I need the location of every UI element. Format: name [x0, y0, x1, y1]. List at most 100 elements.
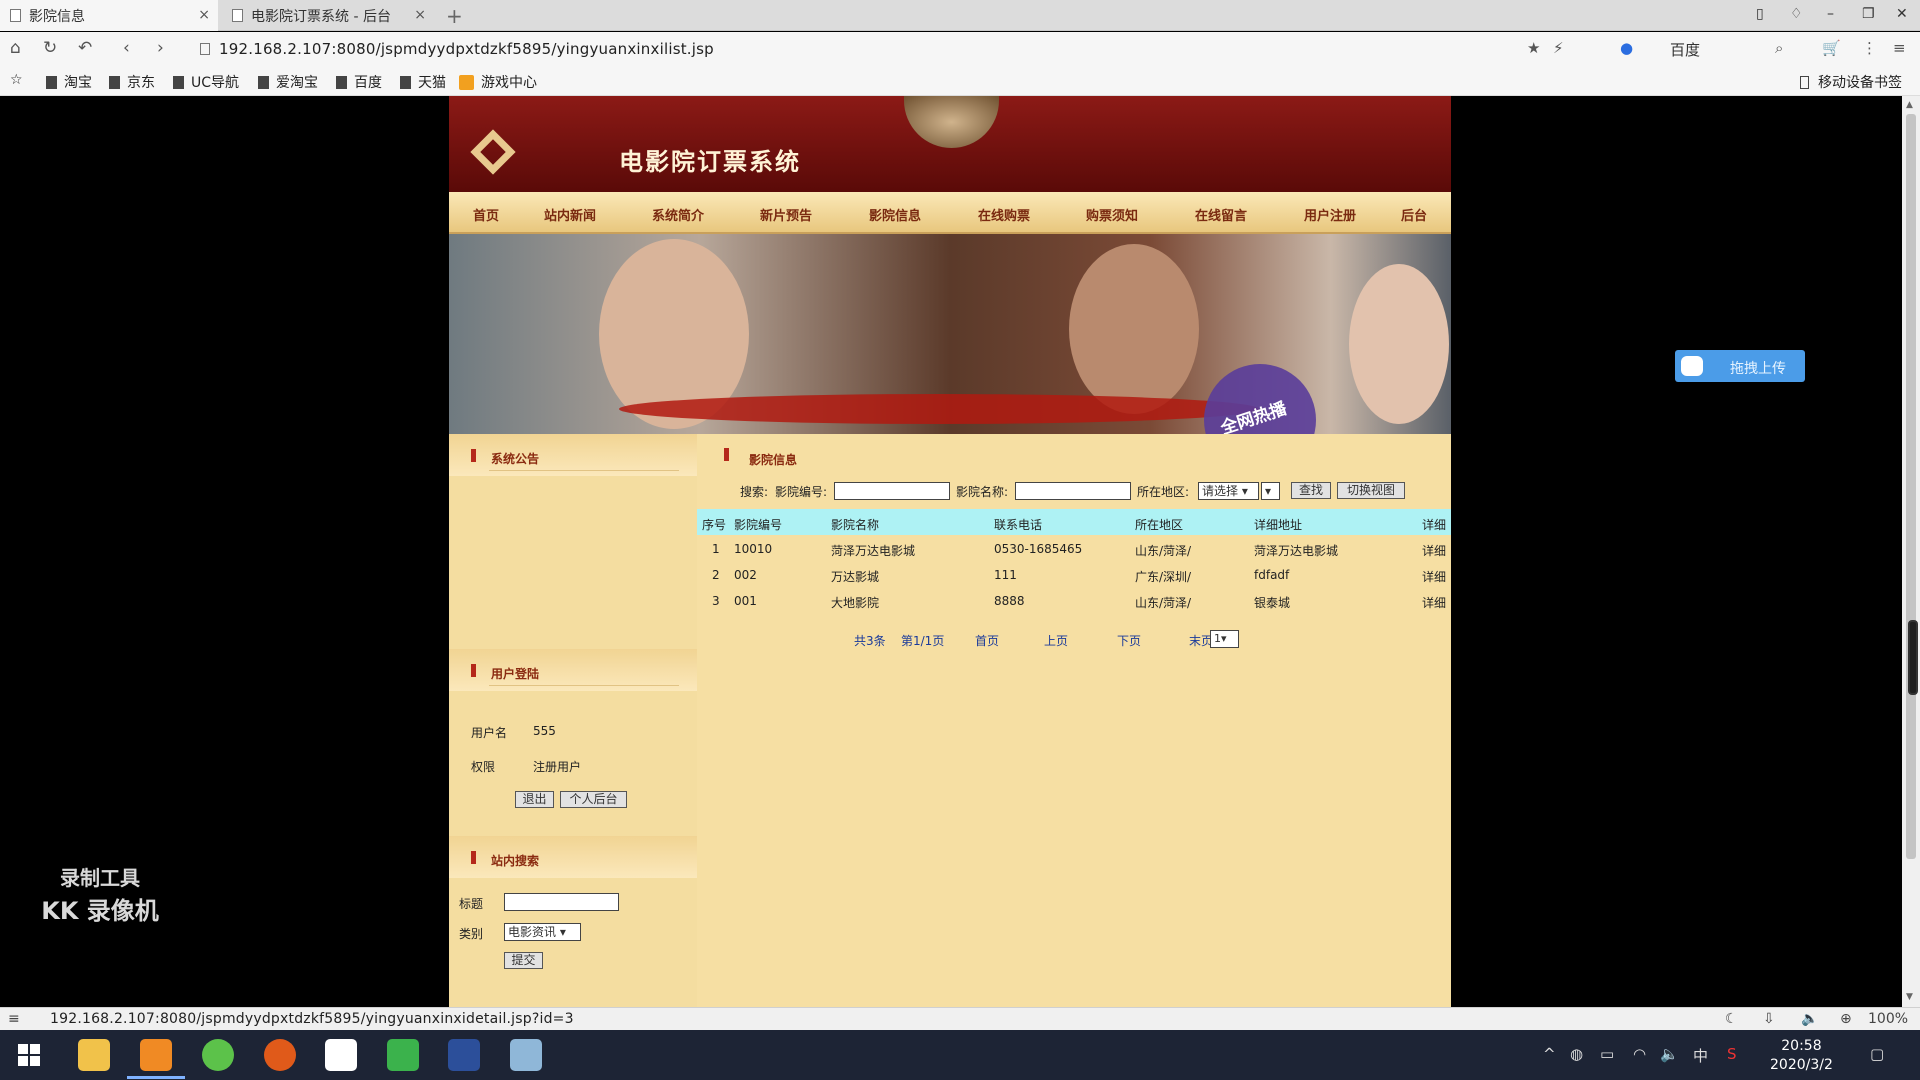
speaker-icon[interactable]: 🔈 — [1660, 1045, 1679, 1063]
sidebar: 系统公告 用户登陆 用户名 555 权限 注册用户 退出 个人后台 站内搜索 标… — [449, 434, 697, 1007]
row-cinema-no: 10010 — [734, 542, 773, 556]
mobile-bookmarks[interactable]: 移动设备书签 — [1800, 72, 1902, 92]
search-category-select[interactable]: 电影资讯 ▾ — [504, 923, 581, 941]
submit-search-button[interactable]: 提交 — [504, 952, 543, 969]
menu-news[interactable]: 站内新闻 — [544, 205, 596, 224]
cinema-list-panel: 影院信息 搜索: 影院编号: 影院名称: 所在地区: 请选择 ▾ ▾ 查找 切换… — [697, 434, 1451, 1007]
hamburger-icon[interactable]: ≡ — [1893, 39, 1906, 57]
eclipse-icon[interactable] — [448, 1039, 480, 1071]
bookmark-star-icon[interactable]: ☆ — [10, 72, 23, 88]
close-tab-icon[interactable]: × — [198, 7, 210, 23]
address-text[interactable]: 192.168.2.107:8080/jspmdyydpxtdzkf5895/y… — [219, 40, 714, 58]
cinema-no-input[interactable] — [834, 482, 950, 500]
folder-icon — [400, 75, 411, 89]
logout-button[interactable]: 退出 — [515, 791, 554, 808]
download-icon[interactable]: ⇩ — [1763, 1011, 1775, 1027]
ime-indicator[interactable]: 中 — [1693, 1045, 1708, 1066]
tile-icon[interactable]: ▯ — [1756, 6, 1764, 22]
menu-cinema-info[interactable]: 影院信息 — [869, 205, 921, 224]
search-engine[interactable]: 百度 — [1670, 39, 1700, 60]
scroll-down-icon[interactable]: ▼ — [1906, 992, 1913, 1002]
pager-prev[interactable]: 上页 — [1044, 632, 1068, 649]
sogou-ime-icon[interactable]: S — [1727, 1045, 1737, 1063]
home-icon[interactable]: ⌂ — [10, 38, 21, 58]
night-mode-icon[interactable]: ☾ — [1725, 1011, 1738, 1027]
pager-select[interactable]: 1▾ — [1210, 630, 1239, 648]
star-icon[interactable]: ★ — [1527, 39, 1540, 57]
forward-icon[interactable]: › — [157, 38, 164, 58]
bookmark-jd[interactable]: 京东 — [109, 72, 155, 92]
scroll-up-icon[interactable]: ▲ — [1906, 100, 1913, 110]
player-app-icon[interactable] — [264, 1039, 296, 1071]
battery-icon[interactable]: ▭ — [1600, 1045, 1614, 1063]
volume-icon[interactable]: 🔈 — [1801, 1011, 1818, 1027]
personal-admin-button[interactable]: 个人后台 — [560, 791, 627, 808]
menu-preview[interactable]: 新片预告 — [760, 205, 812, 224]
wifi-icon[interactable]: ◠ — [1633, 1045, 1646, 1063]
menu-home[interactable]: 首页 — [473, 205, 499, 224]
browser-tab-bar: 影院信息 × 电影院订票系统 - 后台 × + ▯ ♢ – ❐ ✕ — [0, 0, 1920, 31]
zoom-icon[interactable]: ⊕ — [1840, 1011, 1852, 1027]
uc-browser-icon[interactable] — [140, 1039, 172, 1071]
file-explorer-icon[interactable] — [78, 1039, 110, 1071]
restore-icon[interactable]: ❐ — [1862, 6, 1875, 22]
search-title-input[interactable] — [504, 893, 619, 911]
system-clock[interactable]: 20:58 2020/3/2 — [1770, 1037, 1833, 1075]
pager-first[interactable]: 首页 — [975, 632, 999, 649]
paw-icon[interactable]: ● — [1620, 39, 1633, 57]
menu-register[interactable]: 用户注册 — [1304, 205, 1356, 224]
cinema-name-label: 影院名称: — [956, 485, 1009, 499]
tray-globe-icon[interactable]: ◍ — [1570, 1045, 1583, 1063]
row-detail-link[interactable]: 详细 — [1422, 594, 1446, 611]
row-detail-link[interactable]: 详细 — [1422, 568, 1446, 585]
cart-icon[interactable]: 🛒 — [1822, 39, 1841, 57]
minimize-icon[interactable]: – — [1827, 6, 1834, 22]
tray-chevron-icon[interactable]: ^ — [1543, 1045, 1556, 1063]
reload-icon[interactable]: ↻ — [43, 38, 57, 58]
undo-icon[interactable]: ↶ — [78, 38, 92, 58]
baidu-netdisk-icon[interactable] — [325, 1039, 357, 1071]
menu-message[interactable]: 在线留言 — [1195, 205, 1247, 224]
windows-start-icon[interactable] — [18, 1044, 40, 1066]
close-tab-icon[interactable]: × — [414, 7, 426, 23]
close-window-icon[interactable]: ✕ — [1896, 6, 1908, 22]
back-icon[interactable]: ‹ — [123, 38, 130, 58]
cloud-icon — [1681, 356, 1703, 376]
skin-icon[interactable]: ♢ — [1790, 6, 1803, 22]
menu-purchase-notice[interactable]: 购票须知 — [1086, 205, 1138, 224]
folder-icon — [336, 75, 347, 89]
bookmark-aitaobao[interactable]: 爱淘宝 — [258, 72, 318, 92]
video-player-icon[interactable] — [387, 1039, 419, 1071]
search-button[interactable]: 查找 — [1291, 482, 1331, 499]
lightning-icon[interactable]: ⚡ — [1553, 39, 1564, 57]
tab-admin[interactable]: 电影院订票系统 - 后台 × — [222, 0, 434, 31]
notification-icon[interactable]: ▢ — [1870, 1045, 1884, 1063]
page-scrollbar[interactable]: ▲ ▼ — [1902, 96, 1920, 1007]
switch-view-button[interactable]: 切换视图 — [1337, 482, 1405, 499]
menu-intro[interactable]: 系统简介 — [652, 205, 704, 224]
search-icon[interactable]: ⌕ — [1775, 39, 1783, 57]
menu-dots-icon[interactable]: ⋮ — [1862, 39, 1877, 57]
notepad-icon[interactable] — [510, 1039, 542, 1071]
menu-admin[interactable]: 后台 — [1401, 205, 1427, 224]
scroll-thumb[interactable] — [1906, 114, 1916, 859]
new-tab-icon[interactable]: + — [446, 4, 463, 28]
address-bar[interactable]: 192.168.2.107:8080/jspmdyydpxtdzkf5895/y… — [200, 37, 1580, 61]
bookmark-uc[interactable]: UC导航 — [173, 72, 239, 92]
bookmark-taobao[interactable]: 淘宝 — [46, 72, 92, 92]
bookmark-games[interactable]: 游戏中心 — [459, 72, 537, 92]
row-detail-link[interactable]: 详细 — [1422, 542, 1446, 559]
bookmark-tmall[interactable]: 天猫 — [400, 72, 446, 92]
menu-buy-ticket[interactable]: 在线购票 — [978, 205, 1030, 224]
bookmark-baidu[interactable]: 百度 — [336, 72, 382, 92]
green-app-icon[interactable] — [202, 1039, 234, 1071]
sidebar-toggle-icon[interactable]: ≡ — [8, 1011, 20, 1027]
cinema-name-input[interactable] — [1015, 482, 1131, 500]
zoom-level[interactable]: 100% — [1868, 1011, 1908, 1027]
pager-next[interactable]: 下页 — [1117, 632, 1141, 649]
drag-upload-widget[interactable]: 拖拽上传 — [1675, 350, 1805, 382]
tab-cinema-info[interactable]: 影院信息 × — [0, 0, 218, 31]
edge-widget[interactable] — [1908, 620, 1918, 695]
region-select[interactable]: 请选择 ▾ — [1198, 482, 1259, 500]
region-sub-select[interactable]: ▾ — [1261, 482, 1280, 500]
